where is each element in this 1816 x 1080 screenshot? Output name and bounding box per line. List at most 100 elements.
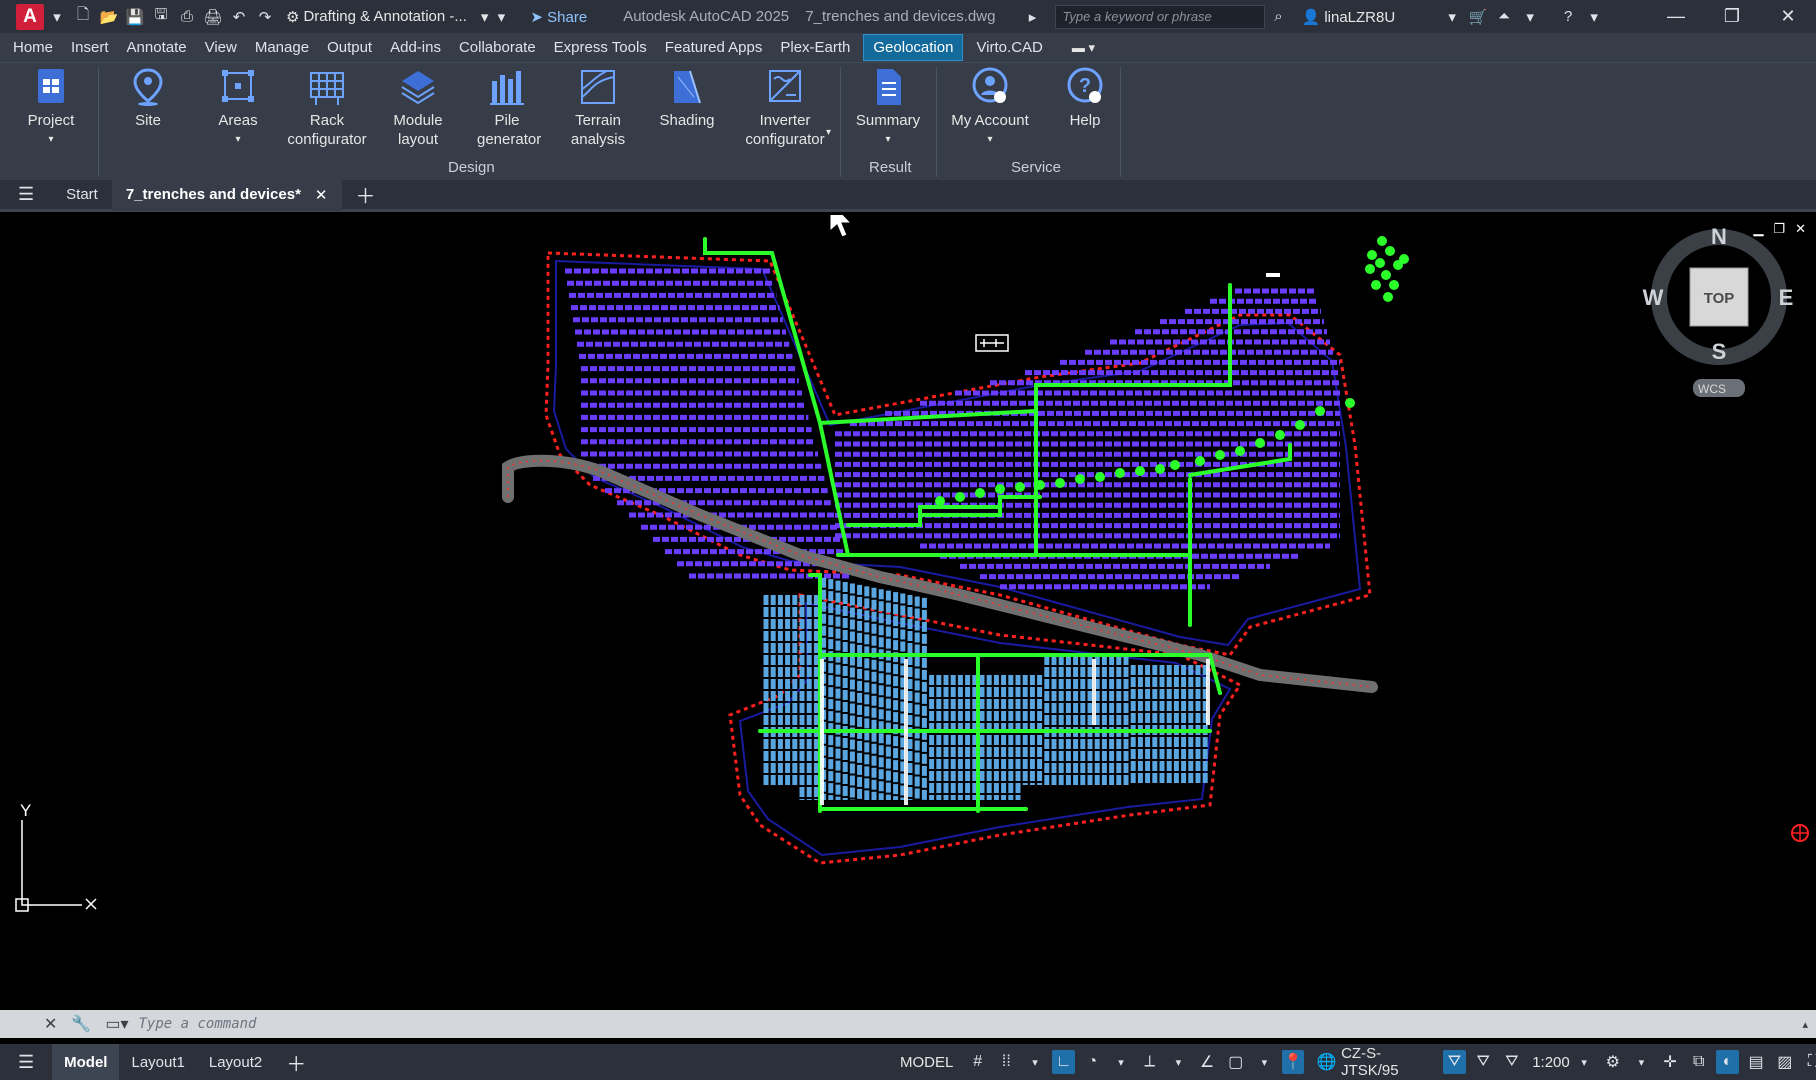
annotation-visibility-icon[interactable]: ⛛ bbox=[1443, 1050, 1466, 1074]
isodraft-icon[interactable]: ⟂ bbox=[1138, 1050, 1161, 1074]
project-button[interactable]: Project ▾ bbox=[22, 67, 80, 149]
customize-toolbar-icon[interactable]: ▾ bbox=[490, 6, 512, 28]
command-history-icon[interactable]: ▭▾ bbox=[105, 1014, 128, 1034]
tab-featured-apps[interactable]: Featured Apps bbox=[656, 35, 772, 60]
chevron-up-icon[interactable]: ▴ bbox=[1802, 1018, 1808, 1031]
coordinate-system[interactable]: CZ-S-JTSK/95 bbox=[1341, 1045, 1433, 1079]
wrench-icon[interactable]: 🔧 bbox=[71, 1014, 91, 1034]
chevron-down-icon[interactable]: ▾ bbox=[1167, 1050, 1190, 1074]
publish-icon[interactable]: ⎙ bbox=[176, 6, 198, 28]
expand-arrow-icon[interactable]: ▸ bbox=[1021, 6, 1043, 28]
app-menu-icon[interactable]: ☰ bbox=[0, 179, 52, 211]
close-icon[interactable]: ✕ bbox=[44, 1014, 57, 1034]
user-menu[interactable]: 👤 linaLZR8U bbox=[1301, 8, 1395, 26]
grid-icon[interactable]: # bbox=[966, 1050, 989, 1074]
drawing-canvas[interactable]: TOP N S E W WCS ▁ Y bbox=[0, 215, 1816, 1010]
auto-scale-icon[interactable]: ⛛ bbox=[1472, 1050, 1495, 1074]
tab-virto-cad[interactable]: Virto.CAD bbox=[967, 35, 1051, 60]
dropdown-arrow-icon[interactable]: ▾ bbox=[46, 6, 68, 28]
module-layout-button[interactable]: Module layout bbox=[390, 67, 446, 149]
tab-add-ins[interactable]: Add-ins bbox=[381, 35, 450, 60]
autodesk-a360-icon[interactable]: ⏶ bbox=[1493, 6, 1515, 28]
rack-configurator-button[interactable]: Rack configurator bbox=[286, 67, 368, 149]
undo-icon[interactable]: ↶ bbox=[228, 6, 250, 28]
save-icon[interactable]: 💾 bbox=[124, 6, 146, 28]
globe-icon[interactable]: 🌐 bbox=[1315, 1050, 1338, 1074]
tab-home[interactable]: Home bbox=[4, 35, 62, 60]
model-space-toggle[interactable]: MODEL bbox=[900, 1054, 953, 1071]
chevron-down-icon[interactable]: ▾ bbox=[1110, 1050, 1133, 1074]
viewport-minimize-icon[interactable]: ▁ bbox=[1753, 221, 1763, 237]
object-snap-icon[interactable]: ▢ bbox=[1224, 1050, 1247, 1074]
snap-icon[interactable]: ⁞⁞ bbox=[995, 1050, 1018, 1074]
layers-icon[interactable]: ▤ bbox=[1745, 1050, 1768, 1074]
redo-icon[interactable]: ↷ bbox=[254, 6, 276, 28]
plus-icon[interactable]: ✛ bbox=[1659, 1050, 1682, 1074]
inverter-configurator-button[interactable]: Inverter configurator bbox=[744, 67, 826, 149]
search-icon[interactable]: ⌕ bbox=[1267, 6, 1289, 28]
chevron-down-icon[interactable]: ▾ bbox=[1630, 1050, 1653, 1074]
chevron-down-icon[interactable]: ▾ bbox=[1441, 6, 1463, 28]
areas-button[interactable]: Areas ▾ bbox=[210, 67, 266, 149]
workspace-switcher[interactable]: ⚙ Drafting & Annotation -... ▾ bbox=[286, 8, 488, 26]
chevron-down-icon[interactable]: ▾ bbox=[826, 127, 831, 138]
close-icon[interactable]: ✕ bbox=[315, 186, 328, 204]
viewcube[interactable]: TOP N S E W WCS bbox=[1643, 224, 1794, 397]
tab-active-drawing[interactable]: 7_trenches and devices* ✕ bbox=[111, 178, 342, 211]
layout-menu-icon[interactable]: ☰ bbox=[0, 1044, 52, 1080]
new-tab-icon[interactable]: ＋ bbox=[342, 179, 390, 211]
shading-button[interactable]: Shading bbox=[656, 67, 718, 130]
workspace-gear-icon[interactable]: ⚙ bbox=[1601, 1050, 1624, 1074]
graphics-icon[interactable]: ▨ bbox=[1773, 1050, 1796, 1074]
autocad-logo-icon[interactable]: A bbox=[16, 3, 44, 30]
chevron-down-icon[interactable]: ▾ bbox=[1253, 1050, 1276, 1074]
terrain-analysis-button[interactable]: Terrain analysis bbox=[565, 67, 631, 149]
geolocation-pin-icon[interactable]: 📍 bbox=[1281, 1050, 1305, 1074]
plot-icon[interactable]: 🖨 bbox=[202, 6, 224, 28]
cart-icon[interactable]: 🛒 bbox=[1467, 6, 1489, 28]
tab-geolocation[interactable]: Geolocation bbox=[863, 34, 964, 61]
new-file-icon[interactable]: 🗋 bbox=[72, 6, 94, 28]
tab-output[interactable]: Output bbox=[318, 35, 381, 60]
pile-generator-button[interactable]: Pile generator bbox=[477, 67, 541, 149]
drawing-viewport[interactable]: TOP N S E W WCS ▁ Y ▁ ❐ ✕ bbox=[0, 215, 1816, 1010]
ribbon-display-toggle-icon[interactable]: ▬ ▾ bbox=[1072, 40, 1095, 56]
tab-model[interactable]: Model bbox=[52, 1044, 120, 1080]
viewport-close-icon[interactable]: ✕ bbox=[1795, 221, 1806, 237]
tab-layout2[interactable]: Layout2 bbox=[197, 1044, 274, 1080]
site-button[interactable]: Site bbox=[120, 67, 176, 130]
restore-icon[interactable]: ❐ bbox=[1704, 0, 1760, 33]
tab-annotate[interactable]: Annotate bbox=[118, 35, 196, 60]
save-as-icon[interactable]: 🖫 bbox=[150, 6, 172, 28]
help-icon[interactable]: ? bbox=[1557, 6, 1579, 28]
tab-view[interactable]: View bbox=[196, 35, 246, 60]
chevron-down-icon[interactable]: ▾ bbox=[1519, 6, 1541, 28]
minimize-icon[interactable]: — bbox=[1648, 0, 1704, 33]
ortho-icon[interactable]: ∟ bbox=[1052, 1050, 1076, 1074]
fullscreen-icon[interactable]: ⛶ bbox=[1802, 1050, 1816, 1074]
chevron-down-icon[interactable]: ▾ bbox=[1024, 1050, 1047, 1074]
command-input[interactable]: Type a command bbox=[138, 1016, 256, 1032]
object-snap-tracking-icon[interactable]: ∠ bbox=[1196, 1050, 1219, 1074]
summary-button[interactable]: Summary ▾ bbox=[855, 67, 921, 149]
hardware-acceleration-icon[interactable]: ◐ bbox=[1716, 1050, 1739, 1074]
tab-start[interactable]: Start bbox=[52, 179, 112, 211]
help-button[interactable]: ? Help bbox=[1060, 67, 1110, 130]
isolate-objects-icon[interactable]: ⧉ bbox=[1687, 1050, 1710, 1074]
tab-plex-earth[interactable]: Plex-Earth bbox=[771, 35, 859, 60]
open-folder-icon[interactable]: 📂 bbox=[98, 6, 120, 28]
annotation-scale[interactable]: 1:200 bbox=[1532, 1054, 1570, 1071]
viewport-restore-icon[interactable]: ❐ bbox=[1773, 221, 1785, 237]
tab-layout1[interactable]: Layout1 bbox=[119, 1044, 196, 1080]
polar-tracking-icon[interactable]: ◔ bbox=[1081, 1050, 1104, 1074]
close-icon[interactable]: ✕ bbox=[1760, 0, 1816, 33]
my-account-button[interactable]: My Account ▾ bbox=[950, 67, 1030, 149]
chevron-down-icon[interactable]: ▾ bbox=[1573, 1050, 1596, 1074]
chevron-down-icon[interactable]: ▾ bbox=[1583, 6, 1605, 28]
tab-insert[interactable]: Insert bbox=[62, 35, 118, 60]
share-button[interactable]: ➤ Share bbox=[530, 8, 587, 26]
annotation-scale-icon[interactable]: ⛛ bbox=[1501, 1050, 1524, 1074]
tab-express-tools[interactable]: Express Tools bbox=[545, 35, 656, 60]
add-layout-icon[interactable]: ＋ bbox=[274, 1044, 318, 1080]
search-input[interactable]: Type a keyword or phrase bbox=[1055, 4, 1266, 29]
